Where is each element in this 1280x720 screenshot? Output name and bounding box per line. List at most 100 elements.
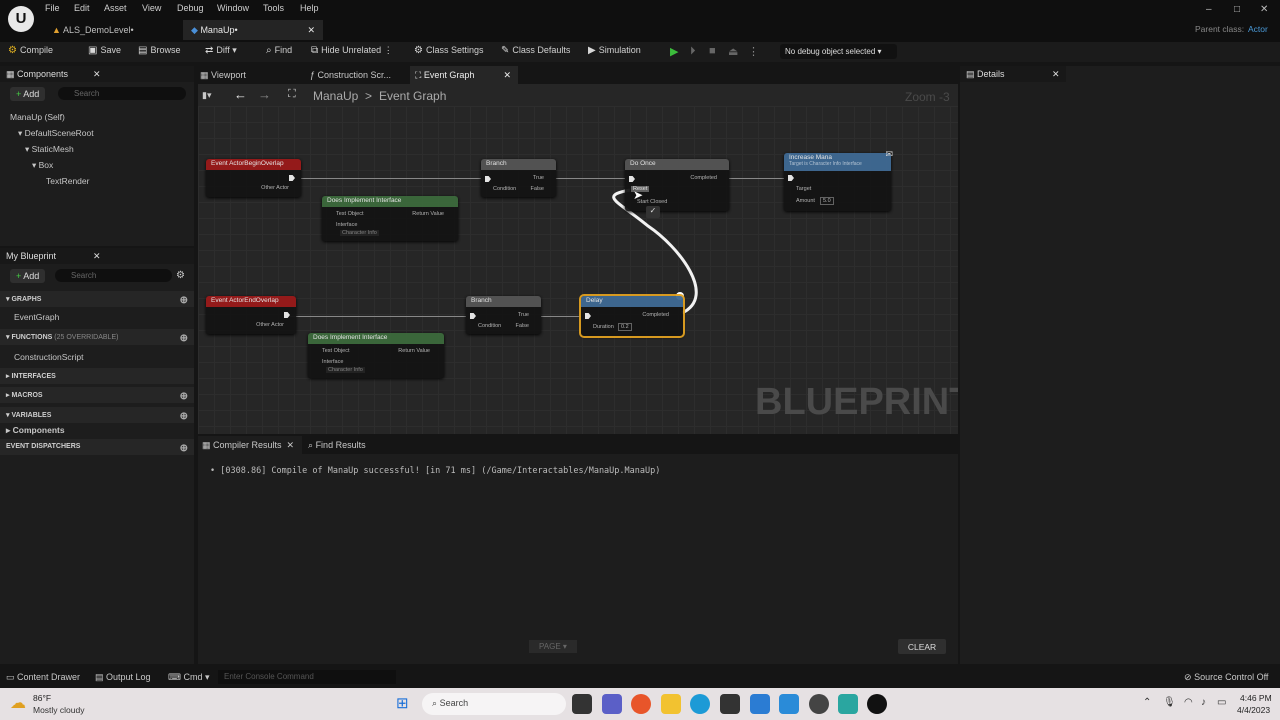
vscode-icon[interactable] <box>779 694 799 714</box>
add-graph-icon[interactable]: ⊕ <box>180 295 188 306</box>
components-search-input[interactable]: Search <box>58 87 186 100</box>
class-defaults-button[interactable]: ✎ Class Defaults <box>501 45 570 56</box>
simulation-button[interactable]: ▶ Simulation <box>588 45 641 56</box>
menu-asset[interactable]: Asset <box>104 3 127 13</box>
menu-help[interactable]: Help <box>300 3 319 13</box>
tab-compiler-results[interactable]: ▦ Compiler Results ✕ <box>198 436 302 454</box>
node-delay[interactable]: Delay Completed Duration 0.2 <box>579 294 685 338</box>
clock-time[interactable]: 4:46 PM <box>1240 693 1272 703</box>
more-options-icon[interactable]: ⋮ <box>748 45 759 58</box>
node-event-actor-begin-overlap[interactable]: Event ActorBeginOverlap Other Actor <box>206 159 301 197</box>
close-details-icon[interactable]: ✕ <box>1052 69 1060 80</box>
tab-construction-script[interactable]: ƒ Construction Scr... <box>310 70 391 80</box>
minimize-button[interactable]: – <box>1206 4 1212 15</box>
tab-viewport[interactable]: ▦ Viewport <box>200 70 246 81</box>
item-components[interactable]: ▸ Components <box>6 425 65 436</box>
section-macros[interactable]: ▸ MACROS ⊕ <box>0 387 194 403</box>
source-control-button[interactable]: ⊘ Source Control Off <box>1184 672 1268 683</box>
section-variables[interactable]: ▾ VARIABLES ⊕ <box>0 407 194 423</box>
exec-in-pin[interactable] <box>470 313 476 319</box>
back-arrow-icon[interactable]: ← <box>234 87 247 102</box>
exec-in-pin[interactable] <box>585 313 591 319</box>
stop-icon[interactable]: ■ <box>709 45 716 57</box>
firefox-icon[interactable] <box>631 694 651 714</box>
maximize-button[interactable]: □ <box>1234 4 1240 15</box>
tree-manaup-self[interactable]: ManaUp (Self) <box>10 112 65 122</box>
word-icon[interactable] <box>750 694 770 714</box>
notepad-icon[interactable] <box>838 694 858 714</box>
hide-unrelated-button[interactable]: ⧉ Hide Unrelated ⋮ <box>311 45 393 56</box>
save-button[interactable]: ▣ Save <box>88 45 121 56</box>
node-do-once[interactable]: Do Once Completed Reset Start Closed <box>625 159 729 211</box>
tray-chevron-icon[interactable]: ⌃ <box>1143 697 1151 708</box>
my-blueprint-search-input[interactable]: Search <box>55 269 172 282</box>
add-function-icon[interactable]: ⊕ <box>180 333 188 344</box>
taskbar-search[interactable]: ⌕ Search <box>422 693 566 715</box>
play-icon[interactable]: ▶ <box>670 45 678 58</box>
clock-date[interactable]: 4/4/2023 <box>1237 705 1270 715</box>
menu-debug[interactable]: Debug <box>177 3 204 13</box>
wifi-icon[interactable]: ◠ <box>1184 697 1193 708</box>
menu-file[interactable]: File <box>45 3 60 13</box>
add-dispatcher-icon[interactable]: ⊕ <box>180 443 188 454</box>
tab-manaup[interactable]: ◆ ManaUp• ✕ <box>183 20 323 40</box>
class-settings-button[interactable]: ⚙ Class Settings <box>414 45 484 56</box>
add-variable-icon[interactable]: ⊕ <box>180 411 188 422</box>
item-eventgraph[interactable]: EventGraph <box>14 312 59 322</box>
item-constructionscript[interactable]: ConstructionScript <box>14 352 83 362</box>
tab-find-results[interactable]: ⌕ Find Results <box>308 440 366 451</box>
debug-object-dropdown[interactable]: No debug object selected ▾ <box>780 44 897 59</box>
clear-button[interactable]: CLEAR <box>898 639 946 654</box>
compile-button[interactable]: ⚙ Compile <box>8 45 53 56</box>
menu-view[interactable]: View <box>142 3 161 13</box>
tree-box[interactable]: ▾ Box <box>32 160 53 171</box>
section-functions[interactable]: ▾ FUNCTIONS (25 OVERRIDABLE) ⊕ <box>0 329 194 345</box>
app-icon[interactable] <box>809 694 829 714</box>
eject-icon[interactable]: ⏏ <box>728 45 738 58</box>
unreal-logo-icon[interactable]: U <box>8 6 34 32</box>
tab-als-demolevel[interactable]: ▲ ALS_DemoLevel• <box>44 20 182 40</box>
tree-defaultsceneroot[interactable]: ▾ DefaultSceneRoot <box>18 128 94 139</box>
weather-desc[interactable]: Mostly cloudy <box>33 705 85 715</box>
node-does-implement-interface[interactable]: Does Implement Interface Test Object Ret… <box>322 196 458 241</box>
menu-edit[interactable]: Edit <box>74 3 90 13</box>
tab-event-graph[interactable]: ⛶ Event Graph ✕ <box>410 66 518 84</box>
exec-in-pin[interactable] <box>788 175 794 181</box>
event-graph-canvas[interactable]: Event ActorBeginOverlap Other Actor Does… <box>198 106 958 434</box>
cmd-dropdown[interactable]: ⌨ Cmd ▾ <box>168 672 210 683</box>
browse-button[interactable]: ▤ Browse <box>138 45 180 56</box>
teams-icon[interactable] <box>602 694 622 714</box>
node-branch[interactable]: Branch True Condition False <box>481 159 556 197</box>
windows-start-icon[interactable]: ⊞ <box>396 694 409 712</box>
exec-in-pin[interactable] <box>485 176 491 182</box>
battery-icon[interactable]: ▭ <box>1217 697 1226 708</box>
exec-out-pin[interactable] <box>284 312 290 318</box>
close-window-button[interactable]: ✕ <box>1260 4 1268 15</box>
store-icon[interactable] <box>720 694 740 714</box>
output-log-button[interactable]: ▤ Output Log <box>95 672 151 683</box>
node-branch-2[interactable]: Branch True Condition False <box>466 296 541 334</box>
close-components-icon[interactable]: ✕ <box>93 69 101 80</box>
breadcrumb-root[interactable]: ManaUp <box>313 89 358 103</box>
section-interfaces[interactable]: ▸ INTERFACES <box>0 368 194 384</box>
add-macro-icon[interactable]: ⊕ <box>180 391 188 402</box>
find-button[interactable]: ⌕ Find <box>266 45 292 56</box>
weather-temp[interactable]: 86°F <box>33 693 51 703</box>
menu-tools[interactable]: Tools <box>263 3 284 13</box>
page-dropdown[interactable]: PAGE ▾ <box>529 640 577 653</box>
exec-out-pin[interactable] <box>289 175 295 181</box>
node-event-actor-end-overlap[interactable]: Event ActorEndOverlap Other Actor <box>206 296 296 334</box>
content-drawer-button[interactable]: ▭ Content Drawer <box>6 672 80 683</box>
settings-gear-icon[interactable]: ⚙ <box>176 270 185 281</box>
section-event-dispatchers[interactable]: EVENT DISPATCHERS ⊕ <box>0 439 194 455</box>
close-tab-icon[interactable]: ✕ <box>307 25 315 36</box>
close-my-blueprint-icon[interactable]: ✕ <box>93 251 101 262</box>
exec-in-pin[interactable] <box>629 176 635 182</box>
step-icon[interactable]: ⏵ <box>690 45 696 58</box>
menu-window[interactable]: Window <box>217 3 249 13</box>
tree-textrender[interactable]: TextRender <box>46 176 89 186</box>
close-event-graph-icon[interactable]: ✕ <box>503 70 511 81</box>
task-view-icon[interactable] <box>572 694 592 714</box>
diff-button[interactable]: ⇄ Diff ▾ <box>205 45 237 56</box>
add-component-button[interactable]: + Add <box>10 87 46 101</box>
